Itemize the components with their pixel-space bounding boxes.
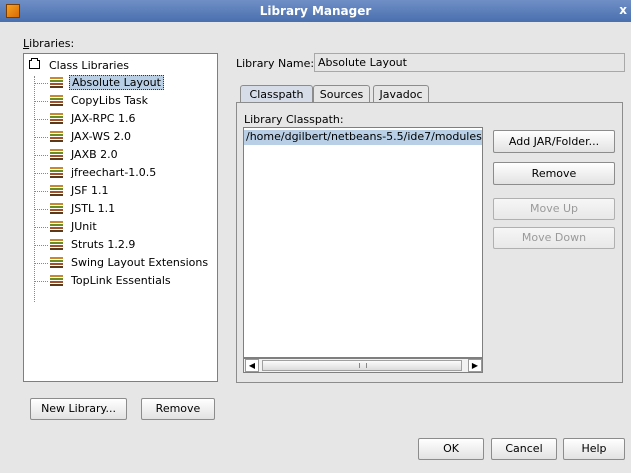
libraries-tree[interactable]: Class Libraries Absolute Layout CopyLibs … bbox=[23, 53, 218, 382]
libraries-label: Libraries: bbox=[23, 37, 74, 50]
tree-item-label: Swing Layout Extensions bbox=[71, 256, 209, 269]
classpath-list[interactable]: /home/dgilbert/netbeans-5.5/ide7/modules bbox=[243, 127, 483, 358]
library-icon bbox=[50, 95, 63, 106]
tree-item-label: CopyLibs Task bbox=[71, 94, 149, 107]
remove-library-button[interactable]: Remove bbox=[141, 398, 215, 420]
tree-item[interactable]: JAX-RPC 1.6 bbox=[34, 111, 214, 129]
tab-javadoc[interactable]: Javadoc bbox=[373, 85, 429, 102]
tree-connector-line bbox=[34, 281, 48, 282]
library-icon bbox=[50, 167, 63, 178]
tree-connector-line bbox=[34, 191, 48, 192]
remove-classpath-button[interactable]: Remove bbox=[493, 162, 615, 185]
tree-item[interactable]: jfreechart-1.0.5 bbox=[34, 165, 214, 183]
tree-connector-line bbox=[34, 155, 48, 156]
tree-item[interactable]: JSTL 1.1 bbox=[34, 201, 214, 219]
library-icon bbox=[50, 221, 63, 232]
add-jar-folder-button[interactable]: Add JAR/Folder... bbox=[493, 130, 615, 153]
tree-item-label: JAX-RPC 1.6 bbox=[71, 112, 136, 125]
tree-connector-line bbox=[34, 209, 48, 210]
tree-item-label: JAXB 2.0 bbox=[71, 148, 118, 161]
help-button[interactable]: Help bbox=[563, 438, 625, 460]
tree-item[interactable]: TopLink Essentials bbox=[34, 273, 214, 291]
tree-item[interactable]: Absolute Layout bbox=[34, 75, 214, 93]
tab-sources[interactable]: Sources bbox=[313, 85, 370, 102]
tree-connector-line bbox=[34, 227, 48, 228]
tree-item-label: JAX-WS 2.0 bbox=[71, 130, 131, 143]
tab-sources-label: Sources bbox=[319, 88, 364, 101]
library-icon bbox=[50, 185, 63, 196]
tree-item-label: Absolute Layout bbox=[69, 75, 164, 90]
classpath-entry[interactable]: /home/dgilbert/netbeans-5.5/ide7/modules bbox=[244, 130, 482, 145]
tree-connector-line bbox=[34, 263, 48, 264]
tree-connector-line bbox=[34, 173, 48, 174]
scroll-right-icon[interactable]: ▶ bbox=[468, 359, 482, 372]
library-icon bbox=[50, 239, 63, 250]
tree-root-label: Class Libraries bbox=[49, 59, 129, 72]
library-name-field[interactable]: Absolute Layout bbox=[314, 53, 625, 72]
tree-item[interactable]: JAXB 2.0 bbox=[34, 147, 214, 165]
tree-connector-line bbox=[34, 101, 48, 102]
tree-item-label: TopLink Essentials bbox=[71, 274, 171, 287]
tree-item[interactable]: JAX-WS 2.0 bbox=[34, 129, 214, 147]
library-icon bbox=[50, 77, 63, 88]
scroll-left-icon[interactable]: ◀ bbox=[245, 359, 259, 372]
folder-icon bbox=[29, 58, 40, 69]
tree-item-label: Struts 1.2.9 bbox=[71, 238, 136, 251]
title-bar[interactable]: Library Manager x bbox=[0, 0, 631, 22]
tab-classpath-label: Classpath bbox=[249, 88, 304, 101]
cancel-button[interactable]: Cancel bbox=[491, 438, 557, 460]
tree-item[interactable]: JSF 1.1 bbox=[34, 183, 214, 201]
tree-item-label: jfreechart-1.0.5 bbox=[71, 166, 157, 179]
library-icon bbox=[50, 149, 63, 160]
tree-connector-line bbox=[34, 137, 48, 138]
library-icon bbox=[50, 113, 63, 124]
library-icon bbox=[50, 203, 63, 214]
ok-button[interactable]: OK bbox=[418, 438, 484, 460]
tree-item[interactable]: Struts 1.2.9 bbox=[34, 237, 214, 255]
tab-classpath[interactable]: Classpath bbox=[240, 85, 313, 103]
library-classpath-label: Library Classpath: bbox=[244, 113, 344, 126]
scrollbar-grip-icon bbox=[359, 363, 367, 368]
library-icon bbox=[50, 257, 63, 268]
library-icon bbox=[50, 131, 63, 142]
move-down-button[interactable]: Move Down bbox=[493, 227, 615, 249]
tree-connector-line bbox=[34, 119, 48, 120]
tree-item-label: JSTL 1.1 bbox=[71, 202, 116, 215]
tree-item[interactable]: Swing Layout Extensions bbox=[34, 255, 214, 273]
library-icon bbox=[50, 275, 63, 286]
tree-connector-line bbox=[34, 245, 48, 246]
tree-item-label: JUnit bbox=[71, 220, 97, 233]
window-title: Library Manager bbox=[259, 4, 372, 18]
libraries-label-rest: ibraries: bbox=[29, 37, 75, 50]
close-icon[interactable]: x bbox=[619, 3, 627, 17]
horizontal-scrollbar[interactable]: ◀ ▶ bbox=[243, 358, 483, 373]
tab-javadoc-label: Javadoc bbox=[379, 88, 423, 101]
new-library-button[interactable]: New Library... bbox=[30, 398, 127, 420]
tree-item[interactable]: CopyLibs Task bbox=[34, 93, 214, 111]
tree-connector-line bbox=[34, 83, 48, 84]
library-name-label: Library Name: bbox=[236, 57, 315, 70]
move-up-button[interactable]: Move Up bbox=[493, 198, 615, 220]
scrollbar-thumb[interactable] bbox=[262, 360, 462, 371]
tree-item[interactable]: JUnit bbox=[34, 219, 214, 237]
tree-item-label: JSF 1.1 bbox=[71, 184, 109, 197]
